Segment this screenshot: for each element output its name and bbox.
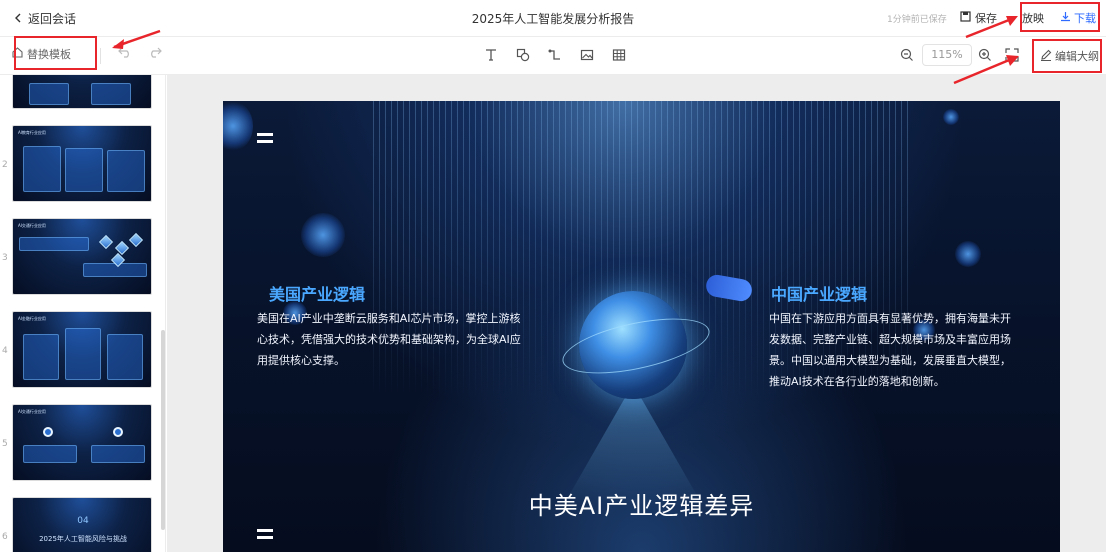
annotation-arrow (953, 55, 1019, 85)
slide-title[interactable]: 中美AI产业逻辑差异 (223, 486, 1060, 521)
annotation-box-outline (1032, 39, 1102, 73)
thumb-title: AI教育行业应用 (18, 130, 46, 135)
menu-glyph-icon (257, 529, 273, 539)
thumb-card (29, 83, 69, 105)
slide-thumbnail[interactable] (12, 75, 152, 109)
table-icon[interactable] (610, 46, 628, 64)
slide-number: 6 (2, 532, 8, 542)
bokeh-light (943, 109, 959, 125)
slide-thumbnail[interactable]: AI交通行业应用 (12, 404, 152, 481)
toolbar-divider (100, 48, 101, 64)
slide-thumbnail[interactable]: 04 2025年人工智能风险与挑战 (12, 497, 152, 552)
slide-thumbnail[interactable]: AI金融行业应用 (12, 311, 152, 388)
annotation-box-download (1020, 2, 1100, 32)
zoom-out-icon[interactable] (900, 47, 914, 66)
thumb-card (107, 150, 145, 192)
menu-glyph-icon (257, 133, 273, 143)
right-body[interactable]: 中国在下游应用方面具有显著优势，拥有海量未开发数据、完整产业链、超大规模市场及丰… (769, 308, 1021, 392)
slide-number: 2 (2, 160, 8, 170)
thumb-card (91, 83, 131, 105)
slide-thumbnail-panel: 2 AI教育行业应用 3 AI交通行业应用 4 AI金融行业应用 5 AI交通行… (0, 75, 166, 552)
thumb-card (83, 263, 147, 277)
insert-tools (482, 46, 628, 64)
thumb-circle-icon (43, 427, 53, 437)
thumb-card (23, 146, 61, 192)
save-status: 1分钟前已保存 (887, 15, 947, 25)
left-heading[interactable]: 美国产业逻辑 (269, 281, 365, 305)
annotation-arrow (112, 29, 161, 49)
right-heading[interactable]: 中国产业逻辑 (771, 281, 867, 305)
thumb-cube (128, 232, 144, 248)
thumb-card (65, 148, 103, 192)
slide-canvas: 美国产业逻辑 美国在AI产业中垄断云服务和AI芯片市场，掌控上游核心技术，凭借强… (167, 75, 1106, 552)
bokeh-light (301, 213, 345, 257)
thumb-title: AI交通行业应用 (18, 409, 46, 414)
slide-number: 3 (2, 253, 8, 263)
thumb-card (91, 445, 145, 463)
annotation-arrow (965, 16, 1018, 39)
editor-toolbar: 替换模板 115% 编辑大纲 (0, 37, 1106, 75)
bokeh-light (223, 101, 253, 151)
thumb-card (23, 445, 77, 463)
thumb-card (19, 237, 89, 251)
thumb-section-number: 04 (77, 516, 89, 526)
connector-icon[interactable] (546, 46, 564, 64)
slide-number: 5 (2, 439, 8, 449)
shape-icon[interactable] (514, 46, 532, 64)
thumb-title: AI金融行业应用 (18, 316, 46, 321)
left-body[interactable]: 美国在AI产业中垄断云服务和AI芯片市场，掌控上游核心技术，凭借强大的技术优势和… (257, 308, 525, 371)
thumb-circle-icon (113, 427, 123, 437)
thumb-card (23, 334, 59, 380)
slide-number: 4 (2, 346, 8, 356)
text-icon[interactable] (482, 46, 500, 64)
thumb-card (65, 328, 101, 380)
bokeh-light (955, 241, 981, 267)
image-icon[interactable] (578, 46, 596, 64)
slide[interactable]: 美国产业逻辑 美国在AI产业中垄断云服务和AI芯片市场，掌控上游核心技术，凭借强… (223, 101, 1060, 552)
top-bar: 返回会话 2025年人工智能发展分析报告 1分钟前已保存 保存 放映 下载 (0, 0, 1106, 37)
annotation-box-template (14, 36, 97, 70)
thumb-title: 2025年人工智能风险与挑战 (39, 535, 127, 543)
thumb-title: AI交通行业应用 (18, 223, 46, 228)
slide-thumbnail[interactable]: AI交通行业应用 (12, 218, 152, 295)
sidebar-scrollbar[interactable] (161, 330, 165, 530)
slide-thumbnail[interactable]: AI教育行业应用 (12, 125, 152, 202)
thumb-card (107, 334, 143, 380)
thumb-cube (98, 234, 114, 250)
